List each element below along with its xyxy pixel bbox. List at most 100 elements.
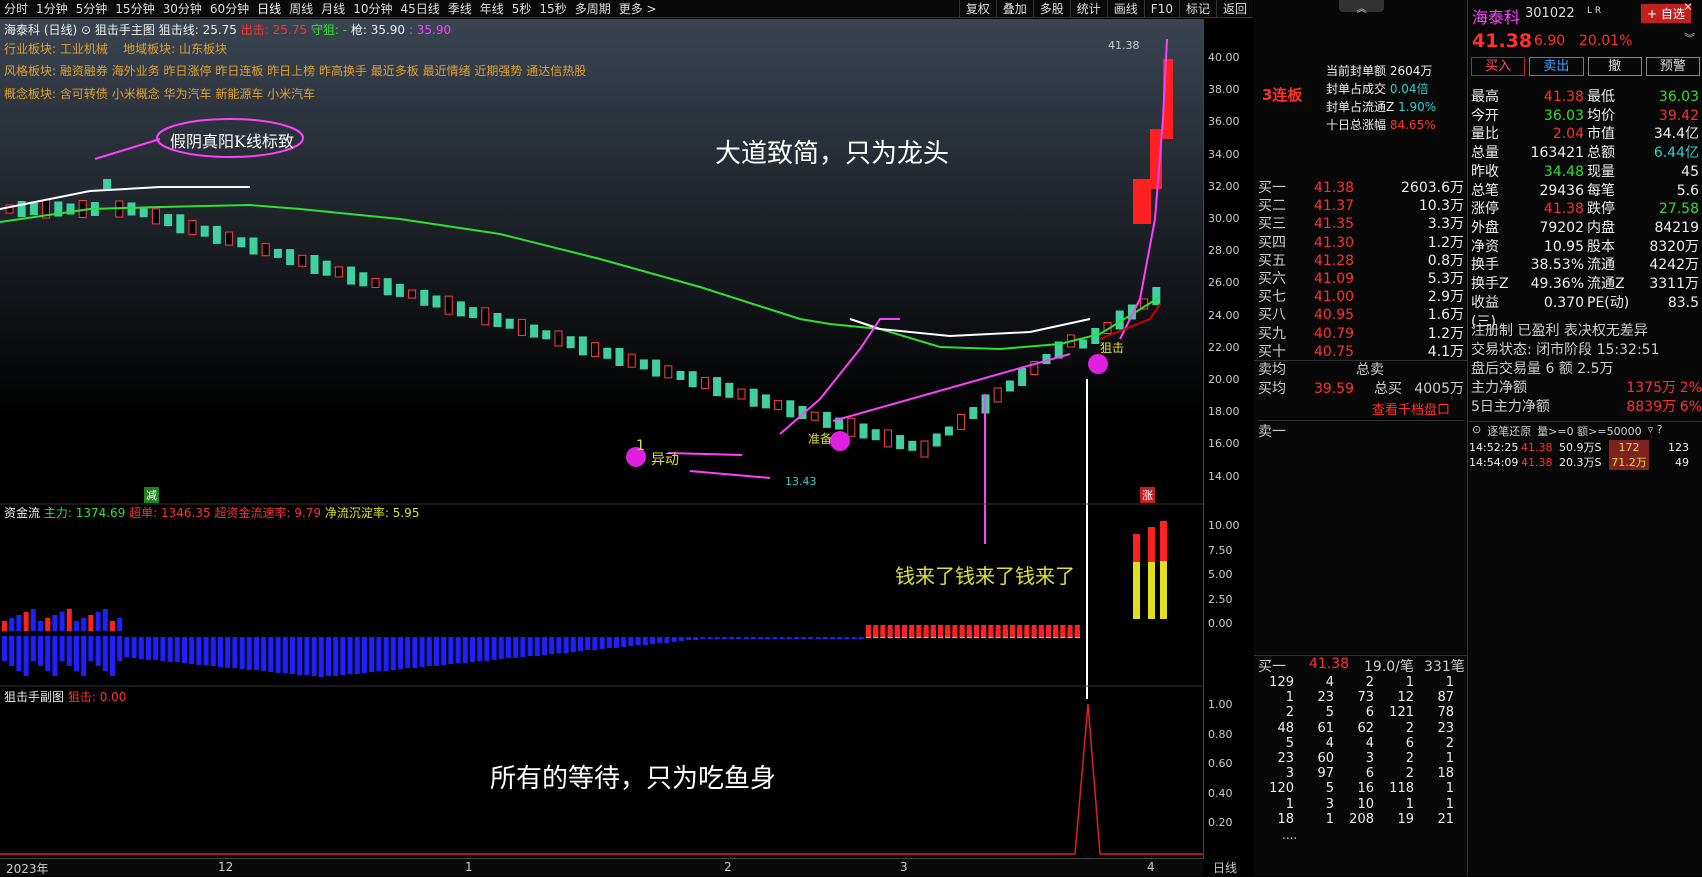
status-block: 注册制 已盈利 表决权无差异 交易状态: 闭市阶段 15:32:51 盘后交易量…	[1471, 323, 1702, 415]
fundflow-bar	[110, 621, 115, 631]
fundflow-bar	[513, 637, 519, 658]
period-tab[interactable]: 10分钟	[349, 0, 396, 17]
stat-row: 量比 2.04 市值 34.4亿	[1469, 125, 1702, 144]
candlestick	[212, 225, 221, 244]
tick-title[interactable]: 逐笔还原	[1487, 423, 1531, 439]
queue-row: 120 5 16 118 1	[1254, 781, 1468, 796]
fundflow-bar	[1060, 625, 1066, 637]
queue-header: 买一 41.38 19.0/笔 331笔	[1254, 655, 1468, 676]
queue-more[interactable]: ....	[1282, 828, 1297, 842]
queue-cell: 62	[1357, 720, 1374, 736]
stat-row: 换手 38.53% 流通 4242万	[1469, 256, 1702, 275]
fundflow-bar	[858, 637, 864, 639]
annotation-money: 钱来了钱来了钱来了	[895, 564, 1075, 588]
period-label[interactable]: 日线	[1213, 859, 1237, 876]
toolbar-button[interactable]: 画线	[1106, 0, 1144, 17]
fundflow-bar	[1160, 561, 1167, 619]
toolbar-button[interactable]: 叠加	[995, 0, 1033, 17]
fundflow-bar	[88, 636, 94, 661]
fundflow-y-tick: 10.00	[1208, 519, 1240, 532]
fundflow-bar	[671, 637, 677, 642]
fundflow-bar	[750, 637, 756, 639]
bid-volume: 2603.6万	[1401, 180, 1464, 196]
thousand-level-link[interactable]: 查看千档盘口	[1372, 399, 1450, 418]
queue-cell: 48	[1277, 720, 1294, 736]
sniper-sub-title[interactable]: 狙击手副图	[4, 690, 64, 704]
queue-cell: 1	[1405, 796, 1414, 812]
stat-value: 41.38	[1543, 201, 1584, 218]
period-tab[interactable]: 周线	[285, 0, 317, 17]
toolbar-button[interactable]: 返回	[1215, 0, 1253, 17]
toolbar-button[interactable]: 多股	[1032, 0, 1070, 17]
filter-icon[interactable]: ▿ ?	[1648, 423, 1663, 439]
stat-value: 38.53%	[1530, 257, 1584, 274]
annotation-ready: 准备	[808, 432, 833, 446]
fundflow-bar	[873, 625, 879, 637]
fundflow-bar	[30, 609, 36, 631]
buy-button[interactable]: 买入	[1471, 57, 1526, 76]
period-tab[interactable]: 多周期	[571, 0, 615, 17]
toolbar-button[interactable]: 标记	[1178, 0, 1216, 17]
fundflow-bar	[894, 625, 900, 637]
annotation-kline: 假阴真阳K线标致	[170, 132, 294, 151]
period-tab[interactable]: 45日线	[396, 0, 443, 17]
queue-cell: 3	[1325, 796, 1334, 812]
fundflow-bar	[772, 637, 778, 639]
period-tab[interactable]: 月线	[317, 0, 349, 17]
period-tab[interactable]: 年线	[476, 0, 508, 17]
tick-filter[interactable]: 量>=0 额>=50000	[1537, 423, 1641, 439]
fundflow-bar	[614, 637, 619, 648]
fundflow-bar	[167, 637, 173, 662]
fundflow-y-tick: 0.00	[1208, 617, 1233, 630]
candlestick	[29, 203, 38, 215]
candlestick	[151, 208, 160, 225]
annotation-wait: 所有的等待，只为吃鱼身	[490, 764, 777, 794]
period-tab[interactable]: 15秒	[535, 0, 570, 17]
annotation-main: 大道致简，只为龙头	[715, 139, 950, 169]
toolbar-button[interactable]: F10	[1143, 0, 1179, 17]
period-tab[interactable]: 分时	[0, 0, 32, 17]
stat-value: 29436	[1539, 182, 1584, 199]
bid-row: 买五 41.28 0.8万	[1254, 252, 1468, 271]
period-tab[interactable]: 5秒	[508, 0, 536, 17]
period-tab[interactable]: 30分钟	[159, 0, 206, 17]
toolbar-button[interactable]: 复权	[958, 0, 996, 17]
stat-row: 收益(三) 0.370 PE(动) 83.5	[1469, 294, 1702, 330]
fundflow-bar	[275, 637, 281, 673]
candlestick	[310, 255, 319, 274]
collapse-icon[interactable]: ︽	[1339, 0, 1384, 15]
candlestick	[261, 243, 270, 257]
queue-row: 1 3 10 1 1	[1254, 797, 1468, 812]
toolbar-button[interactable]: 统计	[1069, 0, 1107, 17]
fundflow-bar	[506, 637, 511, 658]
candlestick	[334, 266, 343, 278]
price-change-pct: 20.01%	[1579, 33, 1633, 49]
period-tab[interactable]: 季线	[444, 0, 476, 17]
alert-button[interactable]: 预警	[1645, 57, 1700, 76]
expand-icon[interactable]: ︾	[1684, 30, 1695, 46]
period-tab[interactable]: 日线	[253, 0, 285, 17]
tick-toggle-icon[interactable]: ⊙	[1472, 423, 1481, 439]
x-tick-label: 3	[900, 860, 908, 874]
fundflow-bar	[693, 637, 699, 640]
fundflow-bar	[102, 609, 108, 631]
bid-label: 买九	[1258, 325, 1286, 342]
candlestick	[944, 426, 953, 436]
fundflow-title[interactable]: 资金流	[4, 506, 40, 520]
period-tab[interactable]: 15分钟	[111, 0, 158, 17]
close-icon[interactable]: ✕	[1683, 0, 1693, 14]
candlestick	[286, 249, 295, 266]
period-tab[interactable]: 1分钟	[32, 0, 72, 17]
period-tab[interactable]: 60分钟	[206, 0, 253, 17]
candlestick	[969, 407, 978, 419]
period-tab[interactable]: 更多 >	[615, 0, 661, 17]
sniper-y-tick: 0.60	[1208, 757, 1233, 770]
fundflow-bar	[1038, 625, 1044, 637]
cancel-button[interactable]: 撤	[1587, 57, 1642, 76]
sell-button[interactable]: 卖出	[1529, 57, 1584, 76]
fundflow-bar	[887, 625, 893, 637]
queue-cell: 2	[1405, 751, 1414, 766]
period-tab[interactable]: 5分钟	[72, 0, 112, 17]
y-tick-label: 22.00	[1208, 340, 1240, 354]
candlestick	[664, 365, 673, 379]
